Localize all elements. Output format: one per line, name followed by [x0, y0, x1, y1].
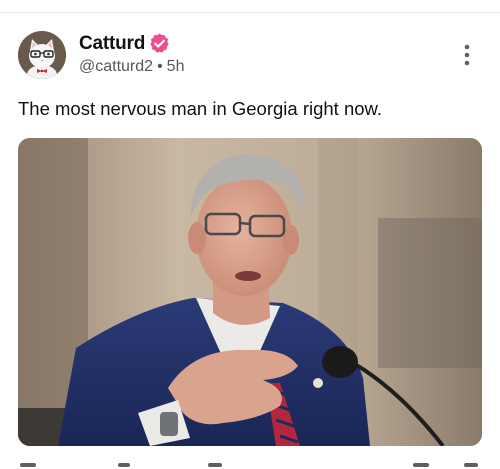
photo-man-at-podium — [18, 138, 482, 446]
meta-separator: • — [157, 58, 163, 75]
more-options-icon[interactable] — [458, 43, 476, 67]
author-meta: @catturd2 • 5h — [79, 58, 184, 76]
repost-icon[interactable] — [118, 463, 130, 467]
post-image[interactable] — [18, 138, 482, 446]
post-timestamp[interactable]: 5h — [167, 58, 185, 75]
avatar[interactable] — [18, 31, 66, 79]
author-handle[interactable]: @catturd2 — [79, 58, 153, 75]
post-card: Catturd @catturd2 • 5h The most nervous ma… — [0, 0, 500, 469]
cat-avatar-image — [18, 31, 66, 79]
author-display-name[interactable]: Catturd — [79, 33, 145, 55]
share-icon[interactable] — [413, 463, 429, 467]
post-text: The most nervous man in Georgia right no… — [18, 98, 383, 119]
post-action-bar — [18, 462, 482, 469]
bookmark-icon[interactable] — [464, 463, 478, 467]
divider — [0, 12, 500, 13]
verified-badge-icon — [150, 33, 169, 53]
reply-icon[interactable] — [20, 463, 36, 467]
like-icon[interactable] — [208, 463, 222, 467]
